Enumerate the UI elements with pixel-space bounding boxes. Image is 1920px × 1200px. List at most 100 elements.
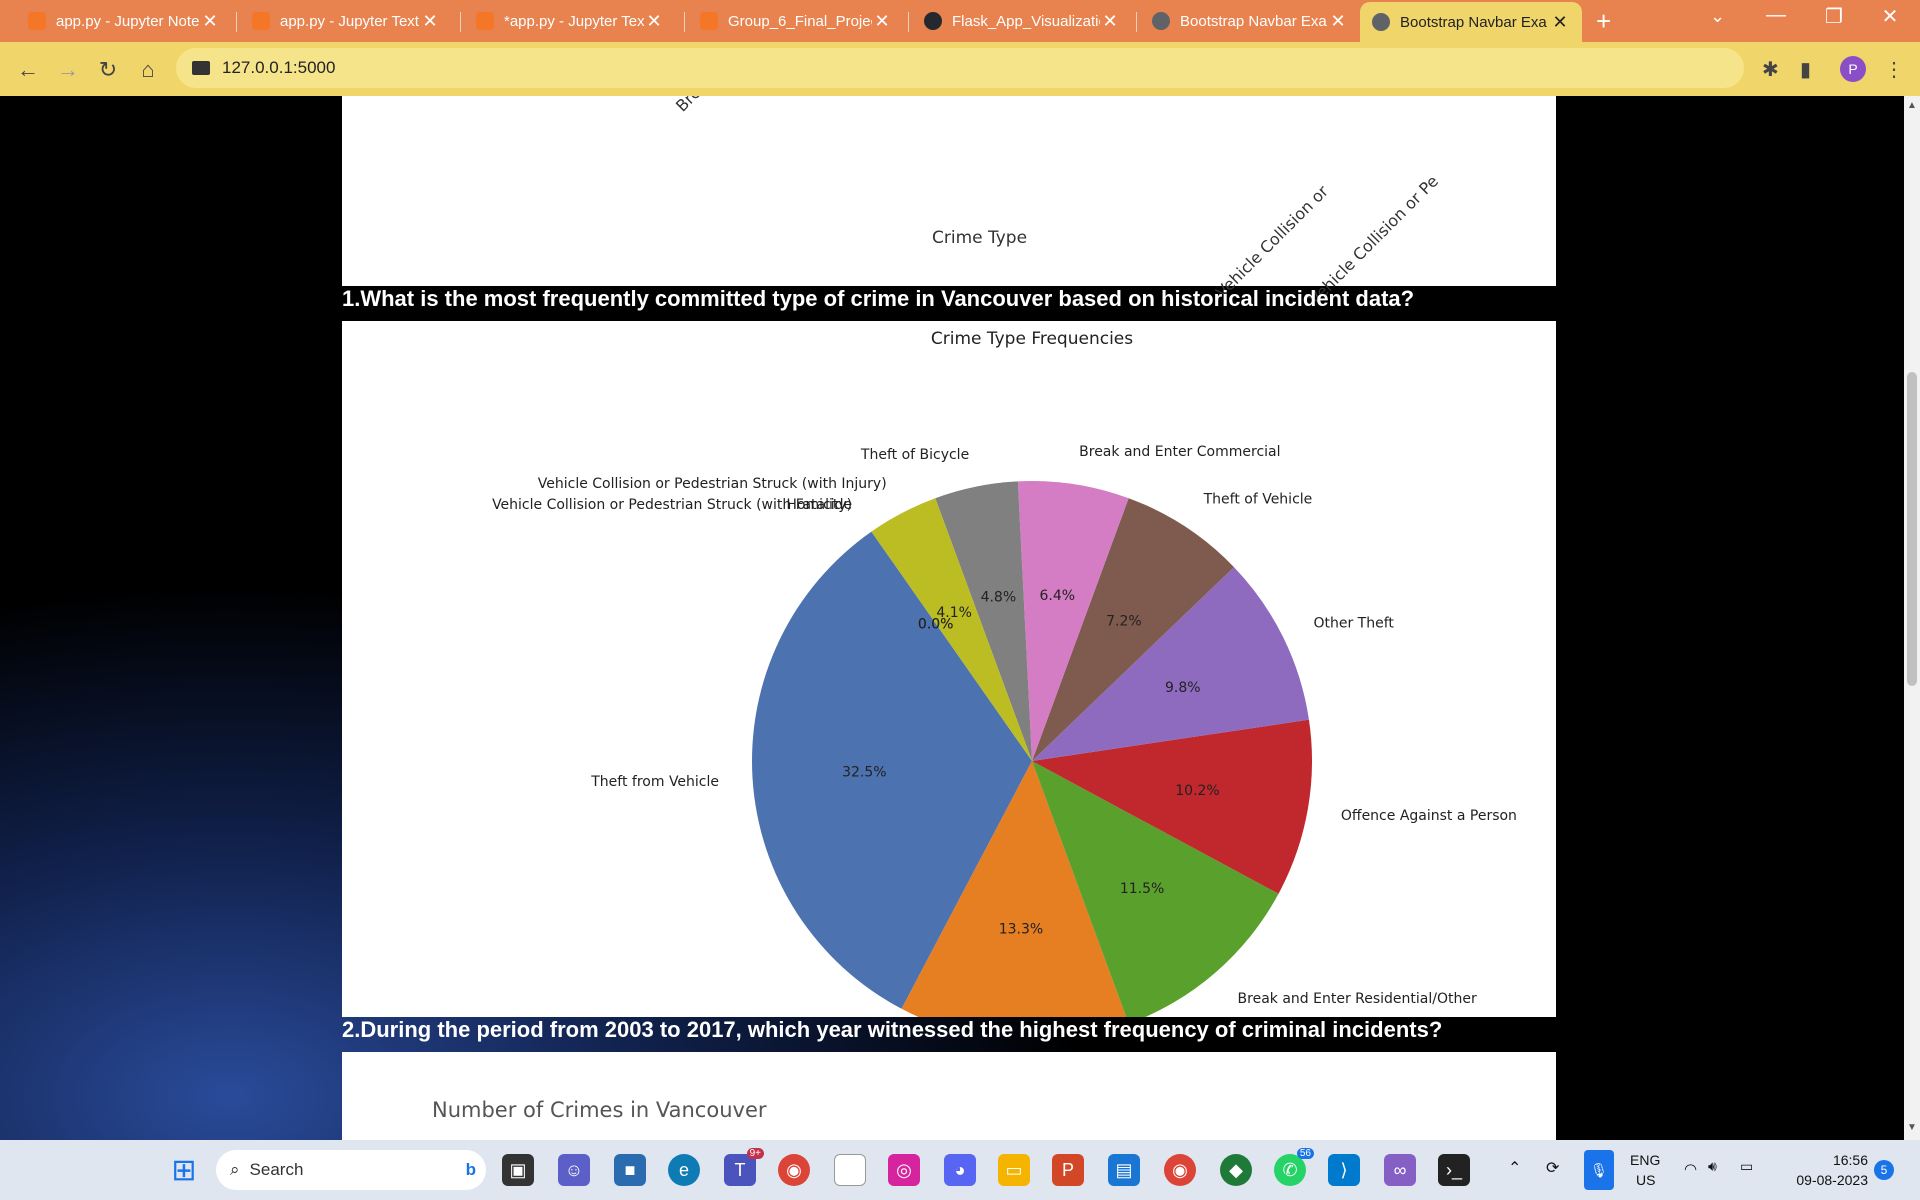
slice-category-label: Homicide [786, 497, 852, 513]
close-tab-icon[interactable]: ✕ [1550, 12, 1570, 33]
jupyter-icon [252, 12, 270, 30]
battery-icon[interactable]: ▭ [1740, 1158, 1753, 1175]
whatsapp-icon[interactable]: ✆ 56 [1274, 1148, 1314, 1186]
chrome-profile-icon[interactable]: ◉ [1164, 1154, 1196, 1186]
leaf-icon[interactable]: ◆ [1220, 1154, 1252, 1186]
slice-percent-label: 9.8% [1165, 680, 1201, 696]
slice-category-label: Theft of Bicycle [860, 447, 969, 463]
app-icon[interactable]: ▤ [1108, 1154, 1140, 1186]
vscode-icon[interactable]: ⟩ [1328, 1154, 1360, 1186]
site-info-icon[interactable] [192, 61, 210, 75]
page-viewport: Brea Vehicle Collision or Vehicle Collis… [0, 96, 1904, 1140]
close-tab-icon[interactable]: ✕ [200, 11, 220, 32]
microphone-icon[interactable]: 🎙 [1584, 1150, 1614, 1190]
scroll-down-icon[interactable]: ▼ [1907, 1122, 1917, 1133]
close-tab-icon[interactable]: ✕ [420, 11, 440, 32]
browser-tab[interactable]: Bootstrap Navbar Exa ✕ [1140, 4, 1360, 38]
taskbar: ⊞ ⌕ Search b ▣ ☺ ■ e T 9+ ◉ ◎ ◕ ▭ P ▤ ◉ … [0, 1140, 1920, 1200]
search-icon: ⌕ [230, 1160, 240, 1179]
menu-icon[interactable]: ⋮ [1884, 57, 1904, 82]
browser-tab-active[interactable]: Bootstrap Navbar Exa ✕ [1360, 2, 1582, 42]
jupyter-icon [28, 12, 46, 30]
taskbar-search[interactable]: ⌕ Search b [216, 1150, 486, 1190]
close-tab-icon[interactable]: ✕ [1100, 11, 1120, 32]
slice-category-label: Other Theft [1313, 616, 1394, 632]
clock-time[interactable]: 16:56 [1818, 1152, 1868, 1168]
chrome-icon[interactable]: ◉ [778, 1154, 810, 1186]
instagram-icon[interactable]: ◎ [888, 1154, 920, 1186]
close-tab-icon[interactable]: ✕ [644, 11, 664, 32]
scroll-up-icon[interactable]: ▲ [1907, 100, 1917, 111]
browser-tab[interactable]: app.py - Jupyter Text ✕ [240, 4, 452, 38]
tab-title: app.py - Jupyter Note [56, 12, 200, 30]
question-2-heading: 2.During the period from 2003 to 2017, w… [342, 1017, 1443, 1042]
profile-avatar[interactable]: P [1840, 56, 1866, 82]
sync-icon[interactable]: ⟳ [1546, 1158, 1559, 1178]
close-tab-icon[interactable]: ✕ [1328, 11, 1348, 32]
scroll-thumb[interactable] [1907, 372, 1917, 686]
tab-strip: app.py - Jupyter Note ✕ app.py - Jupyter… [0, 0, 1920, 42]
pie-chart-panel: Crime Type Frequencies 32.5% Theft from Ve… [342, 321, 1556, 1017]
bar-chart-panel: Brea Vehicle Collision or Vehicle Collis… [342, 96, 1556, 309]
address-bar[interactable]: 127.0.0.1:5000 [176, 48, 1744, 88]
start-button[interactable]: ⊞ [168, 1154, 200, 1187]
restore-button[interactable]: ❐ [1814, 4, 1854, 29]
slice-percent-label: 6.4% [1039, 588, 1075, 604]
slice-percent-label: 10.2% [1175, 783, 1219, 799]
globe-icon [1372, 13, 1390, 31]
slice-percent-label: 0.0% [918, 616, 954, 632]
visual-studio-icon[interactable]: ∞ [1384, 1154, 1416, 1186]
chevron-up-icon[interactable]: ⌃ [1508, 1158, 1521, 1178]
slice-category-label: Theft of Vehicle [1203, 492, 1313, 508]
file-explorer-icon[interactable]: ▭ [998, 1154, 1030, 1186]
x-axis-label: Crime Type [932, 228, 1028, 248]
question-1-heading: 1.What is the most frequently committed … [342, 286, 1415, 311]
notification-badge[interactable]: 5 [1874, 1160, 1894, 1180]
slice-percent-label: 7.2% [1106, 613, 1142, 629]
close-window-button[interactable]: ✕ [1870, 4, 1910, 29]
browser-tab[interactable]: *app.py - Jupyter Text ✕ [464, 4, 676, 38]
x-tick-label: Brea [672, 96, 711, 115]
browser-tab[interactable]: Flask_App_Visualizatio ✕ [912, 4, 1132, 38]
file-icon[interactable] [834, 1154, 866, 1186]
browser-tab[interactable]: Group_6_Final_Project ✕ [688, 4, 904, 38]
line-chart-panel: Number of Crimes in Vancouver [342, 1052, 1556, 1140]
discord-icon[interactable]: ◕ [944, 1154, 976, 1186]
close-tab-icon[interactable]: ✕ [872, 11, 892, 32]
slice-category-label: Break and Enter Commercial [1079, 444, 1280, 460]
wifi-icon[interactable]: ◠ [1684, 1160, 1697, 1178]
task-view-icon[interactable]: ▣ [502, 1154, 534, 1186]
teams-badge: 9+ [746, 1148, 764, 1159]
tab-search-chevron-icon[interactable]: ⌄ [1710, 6, 1725, 27]
slice-percent-label: 11.5% [1120, 881, 1164, 897]
terminal-icon[interactable]: ›_ [1438, 1154, 1470, 1186]
jupyter-icon [700, 12, 718, 30]
side-panel-icon[interactable]: ▮ [1800, 57, 1811, 82]
store-icon[interactable]: ■ [614, 1154, 646, 1186]
pie-chart: Crime Type Frequencies 32.5% Theft from Ve… [492, 329, 1517, 1017]
page-scrollbar[interactable]: ▲ ▼ [1904, 96, 1920, 1140]
chat-icon[interactable]: ☺ [558, 1154, 590, 1186]
extensions-icon[interactable]: ✱ [1762, 57, 1779, 82]
bing-icon[interactable]: b [466, 1160, 476, 1180]
slice-category-label: Offence Against a Person [1341, 808, 1517, 824]
new-tab-button[interactable]: + [1596, 6, 1611, 37]
home-icon[interactable]: ⌂ [134, 56, 162, 84]
url-text: 127.0.0.1:5000 [222, 58, 336, 77]
browser-toolbar: ← → ↻ ⌂ 127.0.0.1:5000 ✱ ▮ P ⋮ [0, 42, 1920, 96]
volume-icon[interactable]: 🔊︎ [1708, 1158, 1717, 1175]
clock-date[interactable]: 09-08-2023 [1782, 1172, 1868, 1188]
teams-icon[interactable]: T 9+ [724, 1148, 764, 1186]
slice-category-label: Break and Enter Residential/Other [1238, 991, 1477, 1007]
browser-tab[interactable]: app.py - Jupyter Note ✕ [16, 4, 232, 38]
forward-icon[interactable]: → [54, 56, 82, 84]
chart-title: Number of Crimes in Vancouver [432, 1098, 767, 1122]
back-icon[interactable]: ← [14, 56, 42, 84]
edge-icon[interactable]: e [668, 1154, 700, 1186]
github-icon [924, 12, 942, 30]
powerpoint-icon[interactable]: P [1052, 1154, 1084, 1186]
reload-icon[interactable]: ↻ [94, 56, 122, 84]
minimize-button[interactable]: — [1756, 4, 1796, 27]
language-indicator[interactable]: ENG [1630, 1152, 1660, 1168]
globe-icon [1152, 12, 1170, 30]
